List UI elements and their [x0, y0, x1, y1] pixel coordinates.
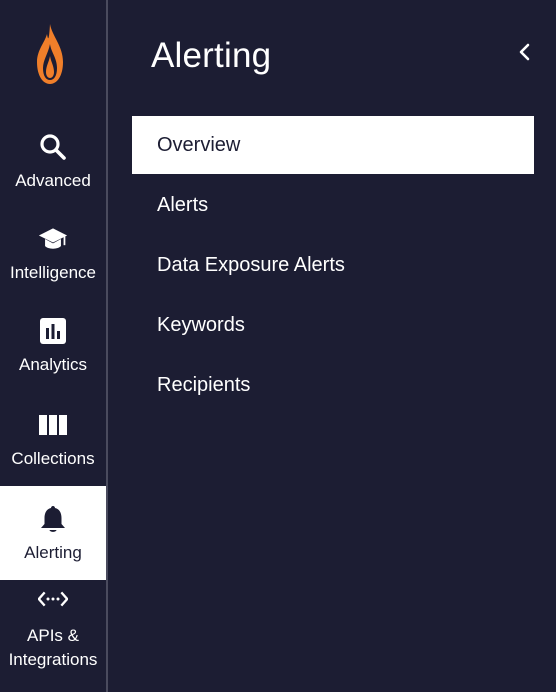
- app-window: Advanced Intelligence Analytics Collecti…: [0, 0, 556, 692]
- rail-item-apis-integrations[interactable]: APIs & Integrations: [0, 580, 106, 692]
- rail-item-label: Intelligence: [9, 263, 96, 282]
- rail-item-collections[interactable]: Collections: [0, 392, 106, 486]
- rail-item-label: Analytics: [18, 355, 88, 374]
- menu-item-data-exposure-alerts[interactable]: Data Exposure Alerts: [132, 236, 534, 294]
- menu-item-alerts[interactable]: Alerts: [132, 176, 534, 234]
- rail-item-label: Advanced: [15, 171, 91, 190]
- code-arrows-icon: [38, 584, 68, 614]
- search-icon: [38, 132, 68, 162]
- rail-divider: [106, 0, 108, 692]
- bar-chart-icon: [38, 316, 68, 346]
- rail-item-label-line2: Integrations: [8, 650, 98, 669]
- menu-item-recipients[interactable]: Recipients: [132, 356, 534, 414]
- graduation-cap-icon: [38, 224, 68, 254]
- menu-item-keywords[interactable]: Keywords: [132, 296, 534, 354]
- alerting-submenu: Overview Alerts Data Exposure Alerts Key…: [132, 116, 534, 416]
- columns-icon: [38, 410, 68, 440]
- rail-item-alerting[interactable]: Alerting: [0, 486, 106, 580]
- rail-item-intelligence[interactable]: Intelligence: [0, 206, 106, 300]
- panel-title: Alerting: [151, 36, 272, 75]
- chevron-left-icon: [518, 43, 532, 66]
- rail-item-analytics[interactable]: Analytics: [0, 298, 106, 392]
- icon-rail: Advanced Intelligence Analytics Collecti…: [0, 0, 106, 692]
- flame-logo-icon[interactable]: [36, 22, 64, 86]
- rail-item-advanced[interactable]: Advanced: [0, 114, 106, 208]
- rail-item-label: Alerting: [24, 543, 82, 562]
- rail-item-label-line1: APIs &: [27, 626, 79, 645]
- collapse-panel-button[interactable]: [513, 42, 537, 66]
- bell-icon: [38, 504, 68, 534]
- rail-item-label: Collections: [11, 449, 95, 468]
- rail-item-label: APIs & Integrations: [9, 624, 98, 672]
- menu-item-overview[interactable]: Overview: [132, 116, 534, 174]
